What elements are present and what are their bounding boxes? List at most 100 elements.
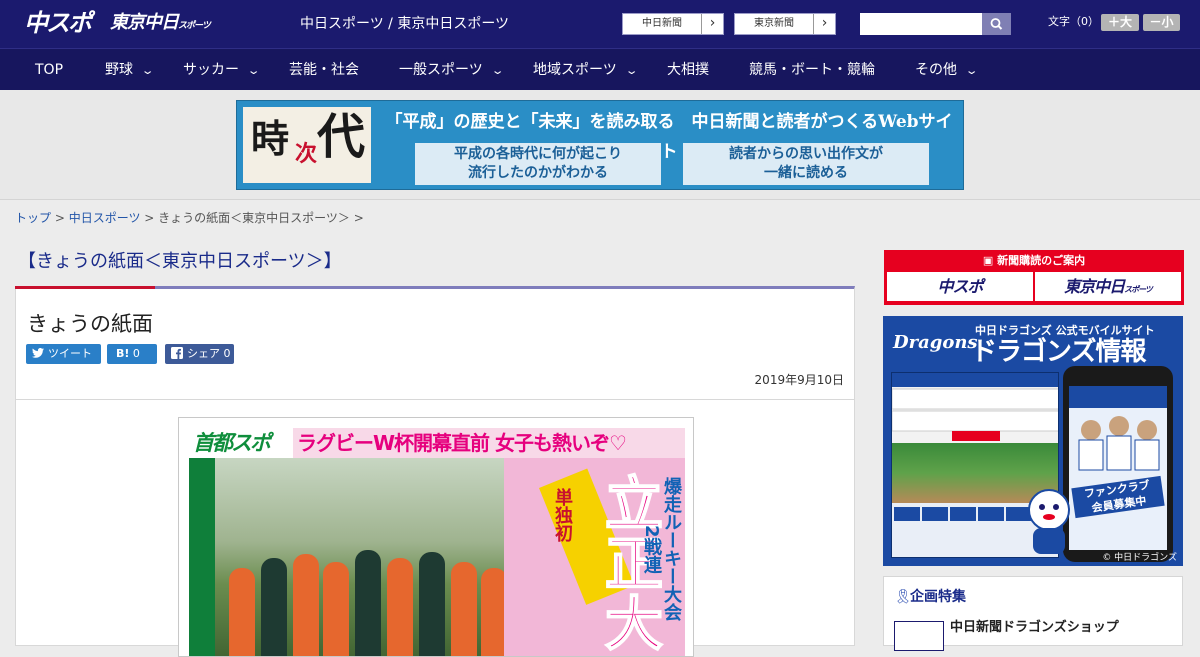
nav-item-sumo[interactable]: 大相撲 [667,49,709,91]
feature-box: 🎗 企画特集 中日新聞ドラゴンズショップ [883,576,1183,651]
breadcrumb-section-link[interactable]: 中日スポーツ [69,211,141,225]
fanclub-badge: ファンクラブ 会員募集中 [1071,475,1165,519]
player-figure [355,550,381,656]
newspaper-icon: ▣ [982,254,998,267]
jidai-char-2: 次 [295,141,318,167]
nav-label: 大相撲 [667,62,709,78]
tokyo-shimbun-link[interactable]: 東京新聞 › [734,13,836,35]
chevron-right-icon: › [813,14,835,34]
dragons-copyright: © 中日ドラゴンズ [1102,553,1177,563]
subscribe-tokyo-small: スポーツ [1124,285,1153,294]
nav-item-other[interactable]: その他 ⌄ [915,49,979,91]
nav-item-soccer[interactable]: サッカー ⌄ [183,49,261,91]
player-figure [261,558,287,656]
facebook-share-button[interactable]: シェア 0 [165,344,234,364]
newspaper-front-page-image[interactable]: 首都スポ ラグビーW杯開幕直前 女子も熱いぞ♡ 単独初 立正大 爆走ルーキー大会… [178,417,694,657]
player-figure [419,552,445,656]
chevron-right-icon: › [701,14,723,34]
jidai-logo: 時 次 代 [243,107,371,183]
chunichi-shimbun-link[interactable]: 中日新聞 › [622,13,724,35]
nav-label: 地域スポーツ [533,62,617,78]
scoreboard-graphic [892,373,1058,441]
masthead-part-a: 首都 [193,431,233,455]
article-title: きょうの紙面 [27,312,153,336]
dragons-ad-title: ドラゴンズ情報 [971,337,1146,367]
player-figure [387,558,413,656]
feature-item-link[interactable]: 中日新聞ドラゴンズショップ [950,619,1119,637]
ribbon-icon: 🎗 [894,589,912,605]
dragons-shop-thumbnail[interactable] [894,621,944,651]
chevron-down-icon: ⌄ [624,64,639,77]
chunichi-shimbun-label: 中日新聞 [642,18,682,29]
site-title[interactable]: 中日スポーツ / 東京中日スポーツ [300,14,509,34]
dragons-ad-subtitle: 中日ドラゴンズ 公式モバイルサイト [975,324,1155,337]
banner-box-right: 読者からの思い出作文が 一緒に読める [683,143,929,185]
nav-label: サッカー [183,62,239,78]
article-accent-bar [15,286,155,289]
nav-item-local-sports[interactable]: 地域スポーツ ⌄ [533,49,639,91]
nav-label: 一般スポーツ [399,62,483,78]
tweet-button[interactable]: ツイート [26,344,101,364]
chevron-down-icon: ⌄ [490,64,505,77]
breadcrumb-current: きょうの紙面＜東京中日スポーツ＞ [158,211,350,225]
nav-label: 野球 [105,62,133,78]
fb-share-label: シェア [187,347,220,360]
dragons-mobile-ad[interactable]: Dragons 中日ドラゴンズ 公式モバイルサイト ドラゴンズ情報 ファンクラブ… [883,316,1183,566]
article-date: 2019年9月10日 [754,373,844,387]
tokyo-chunichi-logo[interactable]: 東京中日スポーツ [110,10,211,36]
subscription-title: ▣ 新聞購読のご案内 [884,250,1184,272]
hatena-count: 0 [132,347,140,360]
subscribe-chuspo-logo[interactable]: 中スポ [887,272,1033,301]
search-button[interactable] [982,13,1011,35]
article-divider [16,399,854,400]
smartphone-graphic: ファンクラブ 会員募集中 [1063,366,1173,562]
search-icon [990,18,1003,30]
team-photo [215,458,545,656]
jidai-char-3: 代 [317,109,366,165]
text-size-up-button[interactable]: ＋大 [1101,14,1139,31]
tokyo-logo-small: スポーツ [178,21,211,31]
twitter-icon [32,348,44,358]
top-header: 中スポ 東京中日スポーツ 中日スポーツ / 東京中日スポーツ 中日新聞 › 東京… [0,0,1200,48]
doala-mascot-icon [1028,489,1070,554]
chevron-down-icon: ⌄ [246,64,261,77]
jidai-banner-ad[interactable]: 時 次 代 「平成」の歴史と「未来」を読み取る 中日新聞と読者がつくるWebサイ… [236,100,964,190]
tokyo-shimbun-label: 東京新聞 [754,18,794,29]
subscription-title-text: 新聞購読のご案内 [997,254,1086,267]
smartphone-screen: ファンクラブ 会員募集中 [1069,386,1167,550]
tweet-label: ツイート [48,347,92,360]
newspaper-yellow-text: 単独初 [552,488,573,542]
breadcrumb-trail-end: > [349,211,364,225]
subscribe-tokyo-text: 東京中日 [1064,277,1125,296]
chevron-down-icon: ⌄ [140,64,155,77]
chuspo-logo[interactable]: 中スポ [24,8,100,38]
facebook-icon [171,347,183,359]
search-input[interactable] [860,13,982,35]
subscription-box[interactable]: ▣ 新聞購読のご案内 中スポ 東京中日スポーツ [884,250,1184,305]
nav-label: 芸能・社会 [289,62,359,78]
banner-box-left: 平成の各時代に何が起こり 流行したのかがわかる [415,143,661,185]
breadcrumb: トップ > 中日スポーツ > きょうの紙面＜東京中日スポーツ＞ > [15,208,364,228]
masthead-part-b: スポ [231,431,271,455]
nav-item-entertainment[interactable]: 芸能・社会 [289,49,359,91]
newspaper-page: 首都スポ ラグビーW杯開幕直前 女子も熱いぞ♡ 単独初 立正大 爆走ルーキー大会… [189,428,685,656]
tokyo-logo-text: 東京中日 [110,12,179,33]
nav-item-baseball[interactable]: 野球 ⌄ [105,49,155,91]
hatena-icon: B! [116,347,130,360]
fb-share-count: 0 [223,347,231,360]
article-card: きょうの紙面 ツイート B! 0 シェア 0 2019年9月10日 首都スポ ラ… [15,286,855,657]
subscribe-tokyo-logo[interactable]: 東京中日スポーツ [1035,272,1181,301]
nav-item-top[interactable]: TOP [35,49,63,91]
page-heading: 【きょうの紙面＜東京中日スポーツ＞】 [18,251,342,272]
player-figure [293,554,319,656]
nav-item-racing[interactable]: 競馬・ボート・競輪 [749,49,875,91]
nav-item-general-sports[interactable]: 一般スポーツ ⌄ [399,49,505,91]
nav-label: TOP [35,62,64,78]
breadcrumb-top-link[interactable]: トップ [15,211,51,225]
player-figure [323,562,349,656]
jidai-char-1: 時 [251,116,290,161]
text-size-down-button[interactable]: －小 [1143,14,1180,31]
dragons-logo: Dragons [893,332,978,353]
hatena-bookmark-button[interactable]: B! 0 [107,344,157,364]
banner-headline: 「平成」の歴史と「未来」を読み取る 中日新聞と読者がつくるWebサイト [385,112,953,162]
